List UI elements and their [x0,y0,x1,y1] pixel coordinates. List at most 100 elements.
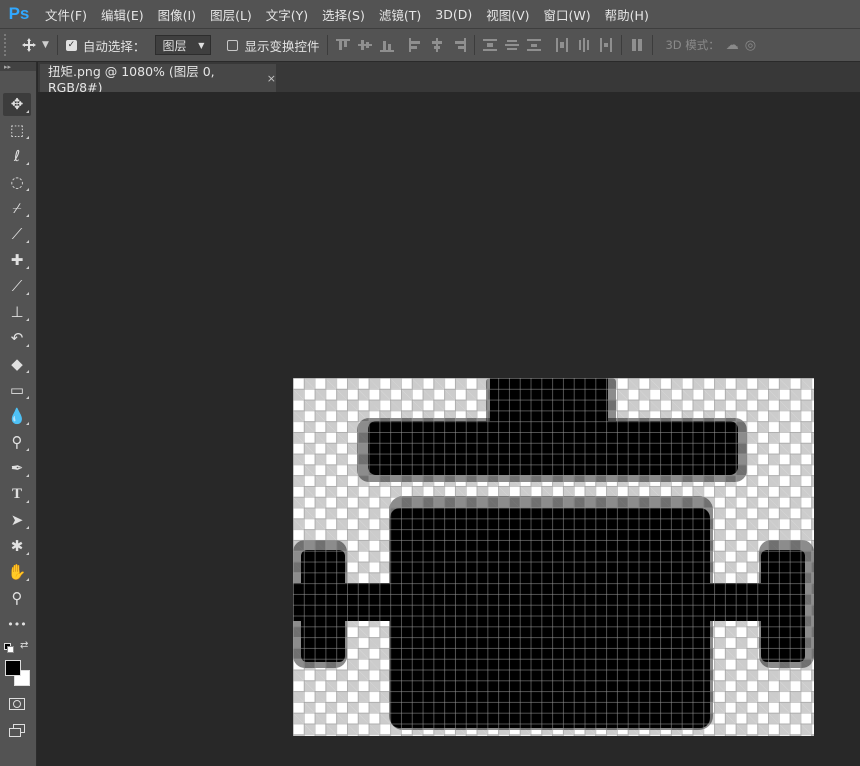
ellipsis-icon: ••• [7,618,27,631]
pen-icon: ✒ [10,459,24,477]
distribute-right-icon[interactable] [599,38,613,52]
align-right-icon[interactable] [452,38,467,52]
3d-mode-label: 3D 模式： [665,38,720,52]
menu-view[interactable]: 视图(V) [479,5,536,24]
history-brush-tool[interactable]: ↶ [3,327,31,350]
auto-select-label: 自动选择： [82,38,146,54]
type-tool[interactable]: T [3,483,31,506]
crop-tool[interactable]: ⌿ [3,197,31,220]
torque-handle [490,378,608,421]
auto-select-checkbox[interactable]: ✓ [65,39,77,51]
menu-help[interactable]: 帮助(H) [598,5,656,24]
menu-type[interactable]: 文字(Y) [259,5,315,24]
menu-layer[interactable]: 图层(L) [203,5,259,24]
foreground-color-swatch[interactable] [5,660,21,676]
default-colors-icon[interactable] [4,643,14,653]
document-tab-bar: 扭矩.png @ 1080% (图层 0, RGB/8#) × [38,62,860,95]
screen-mode-icon[interactable] [9,724,25,737]
auto-select-dropdown[interactable]: 图层 ▼ [155,35,212,55]
document-canvas[interactable] [293,378,814,736]
move-icon[interactable] [20,36,38,54]
options-grip[interactable] [4,34,10,56]
eyedropper-icon: ⟋ [11,225,23,243]
menu-3d[interactable]: 3D(D) [428,7,479,22]
healing-tool[interactable]: ✚ [3,249,31,272]
marquee-tool[interactable]: ⬚ [3,119,31,142]
align-top-icon[interactable] [336,38,351,52]
stamp-tool[interactable]: ⊥ [3,301,31,324]
auto-select-value: 图层 [162,38,187,53]
menu-edit[interactable]: 编辑(E) [94,5,151,24]
dodge-icon: ⚲ [11,433,23,451]
distribute-hcenter-icon[interactable] [577,38,591,52]
distribute-vcenter-icon[interactable] [505,38,520,52]
gradient-icon: ▭ [9,381,25,399]
separator [327,35,329,55]
menu-window[interactable]: 窗口(W) [537,5,598,24]
crop-icon: ⌿ [12,199,22,217]
gradient-tool[interactable]: ▭ [3,379,31,402]
distribute-vertical-group [483,38,542,52]
orbit-3d-icon[interactable]: ☁ [726,38,739,53]
distribute-left-icon[interactable] [555,38,569,52]
brush-tool[interactable]: ⟋ [3,275,31,298]
move-icon: ✥ [10,95,24,113]
menu-bar: Ps 文件(F) 编辑(E) 图像(I) 图层(L) 文字(Y) 选择(S) 滤… [0,0,860,28]
align-hcenter-icon[interactable] [430,38,444,52]
shape-tool[interactable]: ✱ [3,535,31,558]
distribute-horizontal-group [555,38,613,52]
zoom-tool[interactable]: ⚲ [3,587,31,610]
auto-align-icon[interactable] [630,38,644,52]
eyedropper-tool[interactable]: ⟋ [3,223,31,246]
options-bar: ▼ ✓ 自动选择： 图层 ▼ 显示变换控件 3D 模式： ☁ ◎ [0,28,860,62]
eraser-tool[interactable]: ◆ [3,353,31,376]
separator [652,35,654,55]
collapse-panel-icon[interactable]: ▸▸ [0,62,36,71]
lasso-tool[interactable]: ℓ [3,145,31,168]
type-icon: T [11,486,22,502]
custom-shape-icon: ✱ [10,537,24,555]
drop-icon: 💧 [7,407,27,425]
more-tools[interactable]: ••• [3,613,31,636]
rotate-3d-icon[interactable]: ◎ [745,38,756,53]
torque-body [390,508,710,728]
arrow-cursor-icon: ➤ [10,511,24,529]
hand-tool[interactable]: ✋ [3,561,31,584]
distribute-bottom-icon[interactable] [527,38,542,52]
pen-tool[interactable]: ✒ [3,457,31,480]
separator [56,35,58,55]
canvas-area[interactable] [38,92,860,766]
separator [621,35,623,55]
brush-icon: ⟋ [11,277,23,295]
hand-icon: ✋ [7,563,27,581]
menu-image[interactable]: 图像(I) [151,5,203,24]
align-bottom-icon[interactable] [380,38,395,52]
torque-left-cap [301,550,345,662]
distribute-top-icon[interactable] [483,38,498,52]
chevron-down-icon[interactable]: ▼ [42,40,49,50]
document-tab[interactable]: 扭矩.png @ 1080% (图层 0, RGB/8#) × [40,64,276,95]
torque-right-cap [761,550,805,662]
move-tool[interactable]: ✥ [3,93,31,116]
dodge-tool[interactable]: ⚲ [3,431,31,454]
menu-file[interactable]: 文件(F) [38,5,94,24]
photoshop-logo: Ps [8,4,30,23]
rect-marquee-icon: ⬚ [9,121,25,139]
menu-filter[interactable]: 滤镜(T) [372,5,428,24]
quick-mask-icon[interactable] [9,698,25,710]
menu-select[interactable]: 选择(S) [315,5,372,24]
separator [474,35,476,55]
quick-select-tool[interactable]: ◌ [3,171,31,194]
swap-colors-icon[interactable]: ⇄ [20,640,28,651]
align-horizontal-group [408,38,467,52]
close-icon[interactable]: × [267,72,276,85]
align-left-icon[interactable] [408,38,422,52]
bandage-icon: ✚ [10,251,24,269]
show-transform-checkbox[interactable] [227,39,239,51]
tools-panel: ▸▸ ✥ ⬚ ℓ ◌ ⌿ ⟋ ✚ ⟋ ⊥ ↶ ◆ ▭ 💧 ⚲ ✒ T ➤ ✱ ✋ ⚲ ••• ⇄ [0,62,37,766]
path-select-tool[interactable]: ➤ [3,509,31,532]
blur-tool[interactable]: 💧 [3,405,31,428]
stamp-icon: ⊥ [10,303,24,321]
show-transform-label: 显示变换控件 [244,38,320,54]
align-vcenter-icon[interactable] [358,38,373,52]
